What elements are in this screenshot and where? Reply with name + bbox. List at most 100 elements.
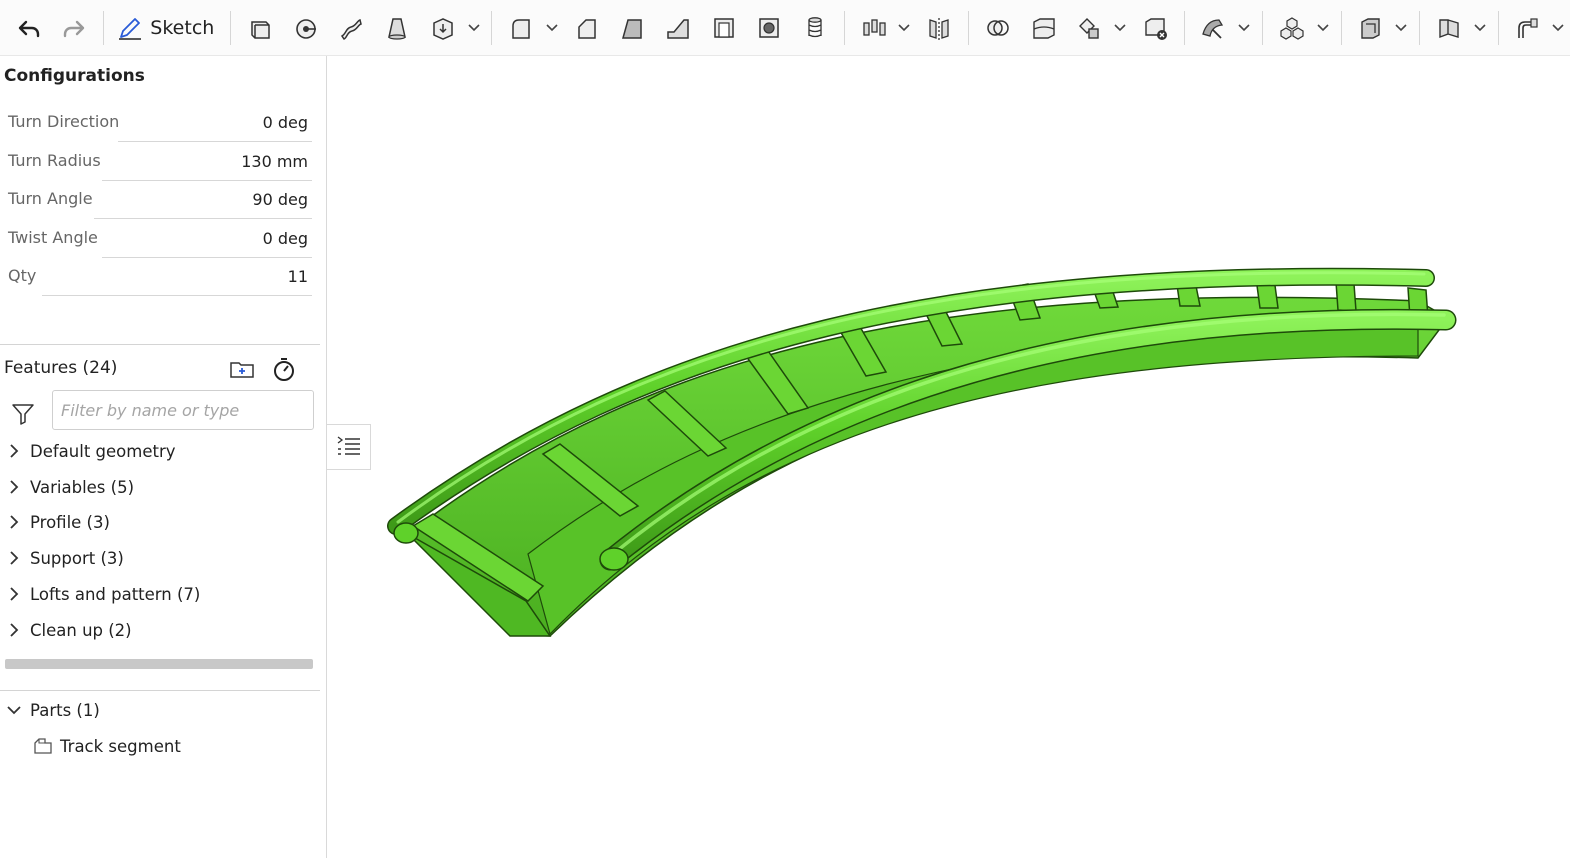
delete-part-button[interactable]	[1135, 8, 1175, 48]
chevron-right-icon[interactable]	[2, 475, 26, 499]
add-folder-icon[interactable]	[228, 355, 256, 383]
toolbar-separator	[230, 10, 232, 45]
pattern-button[interactable]	[854, 8, 894, 48]
sheet-metal-dropdown[interactable]	[1472, 8, 1488, 48]
back-rail-end	[393, 522, 419, 544]
chamfer-icon	[578, 18, 596, 39]
frame-dropdown[interactable]	[1393, 8, 1409, 48]
tree-item-lofts-and-pattern[interactable]: Lofts and pattern (7)	[0, 578, 200, 610]
thread-button[interactable]	[795, 8, 835, 48]
main-toolbar: Sketch	[0, 0, 1570, 56]
pattern-dropdown[interactable]	[897, 8, 913, 48]
config-row-turn-direction[interactable]: Turn Direction 0 deg	[8, 108, 312, 146]
toolbar-separator	[843, 10, 845, 45]
assembly-dropdown[interactable]	[1315, 8, 1331, 48]
route-dropdown[interactable]	[1550, 8, 1566, 48]
features-title: Features (24)	[4, 358, 118, 378]
config-row-qty[interactable]: Qty 11	[8, 262, 312, 300]
modify-icon	[1202, 18, 1224, 39]
config-value[interactable]: 90 deg	[252, 190, 308, 209]
sketch-button[interactable]: Sketch	[110, 8, 224, 48]
config-row-twist-angle[interactable]: Twist Angle 0 deg	[8, 224, 312, 262]
config-label: Twist Angle	[8, 228, 98, 247]
chevron-down-icon	[1395, 23, 1407, 31]
configurations-title: Configurations	[4, 66, 145, 86]
stopwatch-icon[interactable]	[270, 355, 298, 383]
config-row-turn-radius[interactable]: Turn Radius 130 mm	[8, 147, 312, 185]
rib-button[interactable]	[658, 8, 698, 48]
config-value[interactable]: 0 deg	[263, 229, 308, 248]
chevron-down-icon	[1316, 23, 1329, 31]
mirror-button[interactable]	[919, 8, 959, 48]
chamfer-button[interactable]	[567, 8, 607, 48]
transform-dropdown[interactable]	[1112, 8, 1128, 48]
frame-button[interactable]	[1350, 8, 1390, 48]
revolve-icon	[295, 18, 316, 39]
hole-button[interactable]	[750, 8, 790, 48]
feature-filter-input[interactable]	[52, 390, 314, 430]
shell-icon	[713, 17, 734, 38]
tree-item-support[interactable]: Support (3)	[0, 542, 124, 574]
parts-header[interactable]: Parts (1)	[0, 694, 100, 726]
toolbar-separator	[1340, 10, 1342, 45]
front-rail-end	[599, 547, 629, 571]
chevron-down-icon	[1552, 23, 1564, 31]
toolbar-separator	[1497, 10, 1499, 45]
sheet-metal-button[interactable]	[1429, 8, 1469, 48]
thread-icon	[808, 16, 822, 37]
assembly-button[interactable]	[1272, 8, 1312, 48]
chevron-down-icon	[546, 23, 558, 31]
filter-icon[interactable]	[10, 401, 36, 427]
chevron-right-icon[interactable]	[2, 582, 26, 606]
split-button[interactable]	[1024, 8, 1064, 48]
extrude-button[interactable]	[240, 8, 280, 48]
sheet-metal-icon	[1439, 18, 1459, 38]
config-value[interactable]: 11	[288, 267, 308, 286]
modify-dropdown[interactable]	[1236, 8, 1252, 48]
horizontal-scrollbar[interactable]	[5, 659, 313, 669]
section-divider	[0, 344, 320, 345]
fillet-dropdown[interactable]	[544, 8, 560, 48]
track-segment-model[interactable]	[328, 56, 1570, 858]
thicken-button[interactable]	[423, 8, 463, 48]
tree-item-label: Variables (5)	[30, 477, 135, 497]
graphics-viewport[interactable]	[328, 56, 1570, 858]
sweep-button[interactable]	[332, 8, 372, 48]
config-row-turn-angle[interactable]: Turn Angle 90 deg	[8, 185, 312, 223]
config-value[interactable]: 130 mm	[241, 152, 308, 171]
tree-item-clean-up[interactable]: Clean up (2)	[0, 614, 132, 646]
draft-button[interactable]	[613, 8, 653, 48]
tree-item-profile[interactable]: Profile (3)	[0, 506, 110, 538]
chevron-right-icon[interactable]	[2, 546, 26, 570]
loft-icon	[388, 17, 407, 40]
transform-icon	[1079, 17, 1099, 39]
toolbar-separator	[103, 10, 105, 45]
modify-button[interactable]	[1193, 8, 1233, 48]
thicken-icon	[433, 17, 453, 40]
chevron-right-icon[interactable]	[2, 618, 26, 642]
boolean-button[interactable]	[978, 8, 1018, 48]
chevron-right-icon[interactable]	[2, 439, 26, 463]
linear-pattern-icon	[863, 18, 886, 36]
thicken-dropdown[interactable]	[466, 8, 482, 48]
config-value[interactable]: 0 deg	[263, 113, 308, 132]
chevron-down-icon[interactable]	[2, 698, 26, 722]
tree-item-label: Default geometry	[30, 441, 176, 461]
toolbar-separator	[1262, 10, 1263, 45]
transform-button[interactable]	[1069, 8, 1109, 48]
undo-button[interactable]	[9, 8, 49, 48]
shell-button[interactable]	[704, 8, 744, 48]
chevron-right-icon[interactable]	[2, 510, 26, 534]
part-item-track-segment[interactable]: Track segment	[32, 732, 181, 760]
tree-item-label: Support (3)	[30, 548, 124, 568]
tree-item-variables[interactable]: Variables (5)	[0, 471, 134, 503]
fillet-button[interactable]	[501, 8, 541, 48]
rib-icon	[667, 18, 689, 39]
revolve-button[interactable]	[286, 8, 326, 48]
tree-item-default-geometry[interactable]: Default geometry	[0, 435, 176, 467]
config-underline	[118, 141, 312, 142]
redo-button[interactable]	[55, 8, 95, 48]
chevron-down-icon	[1238, 23, 1250, 31]
loft-button[interactable]	[377, 8, 417, 48]
route-button[interactable]	[1507, 8, 1547, 48]
